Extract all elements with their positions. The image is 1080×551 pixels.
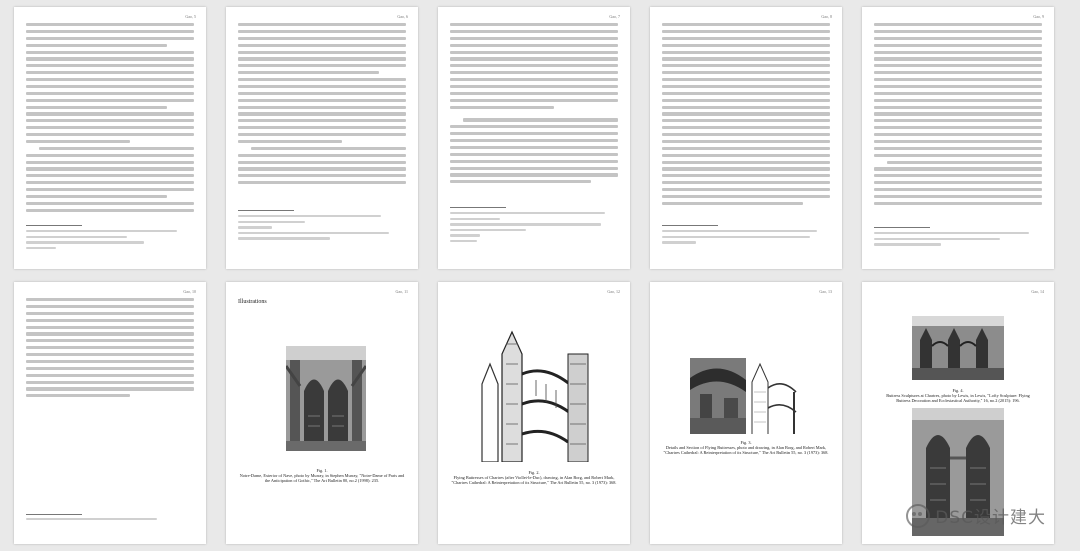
document-page-14: Gao, 14 Fig. 4. Buttress Sculptures at C…	[862, 282, 1054, 544]
page-header: Gao, 11	[395, 289, 408, 294]
footnotes	[238, 215, 406, 243]
figure-4-photo-upper	[912, 316, 1004, 380]
page-header: Gao, 10	[183, 289, 196, 294]
document-page-5: Gao, 5	[14, 7, 206, 269]
page-header: Gao, 5	[185, 14, 196, 19]
page-header: Gao, 14	[1031, 289, 1044, 294]
figure-1-photo-nave-exterior	[286, 346, 366, 451]
page-body-text	[662, 23, 830, 209]
footnote-rule	[26, 514, 82, 515]
page-body-text	[450, 23, 618, 187]
footnote-rule	[26, 225, 82, 226]
page-body-text	[874, 23, 1042, 209]
document-page-11: Gao, 11 Illustrations Fig. 1. Notre-Dame…	[226, 282, 418, 544]
page-header: Gao, 7	[609, 14, 620, 19]
footnotes	[450, 212, 618, 245]
document-page-7: Gao, 7	[438, 7, 630, 269]
watermark-text: DSC设计建大	[935, 508, 1046, 528]
figure-3-caption: Fig. 3. Details and Section of Flying Bu…	[663, 440, 829, 456]
footnote-rule	[450, 207, 506, 208]
footnotes	[26, 230, 194, 252]
footnote-rule	[874, 227, 930, 228]
figure-4-caption: Fig. 4. Buttress Sculptures at Chartres,…	[886, 388, 1030, 404]
page-header: Gao, 6	[397, 14, 408, 19]
document-page-10: Gao, 10	[14, 282, 206, 544]
footnotes	[662, 230, 830, 247]
document-page-12: Gao, 12 Fig. 2. Flying Buttresses of Cha…	[438, 282, 630, 544]
document-page-6: Gao, 6	[226, 7, 418, 269]
illustrations-title: Illustrations	[238, 299, 267, 305]
page-header: Gao, 9	[1033, 14, 1044, 19]
figure-3-section-drawing	[748, 352, 802, 434]
page-header: Gao, 13	[819, 289, 832, 294]
document-page-9: Gao, 9	[862, 7, 1054, 269]
footnotes	[26, 518, 194, 524]
page-header: Gao, 12	[607, 289, 620, 294]
figure-2-drawing-flying-buttresses	[476, 324, 592, 462]
figure-1-caption: Fig. 1. Notre-Dame, Exterior of Nave, ph…	[239, 468, 405, 484]
footnotes	[874, 232, 1042, 249]
footnote-rule	[238, 210, 294, 211]
wechat-logo-icon	[906, 503, 931, 528]
figure-3-photo-buttress-details	[690, 358, 746, 434]
footnote-rule	[662, 225, 718, 226]
page-body-text	[26, 23, 194, 216]
document-page-8: Gao, 8	[650, 7, 842, 269]
watermark: DSC设计建大	[906, 503, 1046, 528]
figure-2-caption: Fig. 2. Flying Buttresses of Chartres (a…	[451, 470, 617, 486]
page-header: Gao, 8	[821, 14, 832, 19]
page-body-text	[26, 298, 194, 401]
page-body-text	[238, 23, 406, 188]
document-page-13: Gao, 13 Fig. 3. Details and Section of F…	[650, 282, 842, 544]
